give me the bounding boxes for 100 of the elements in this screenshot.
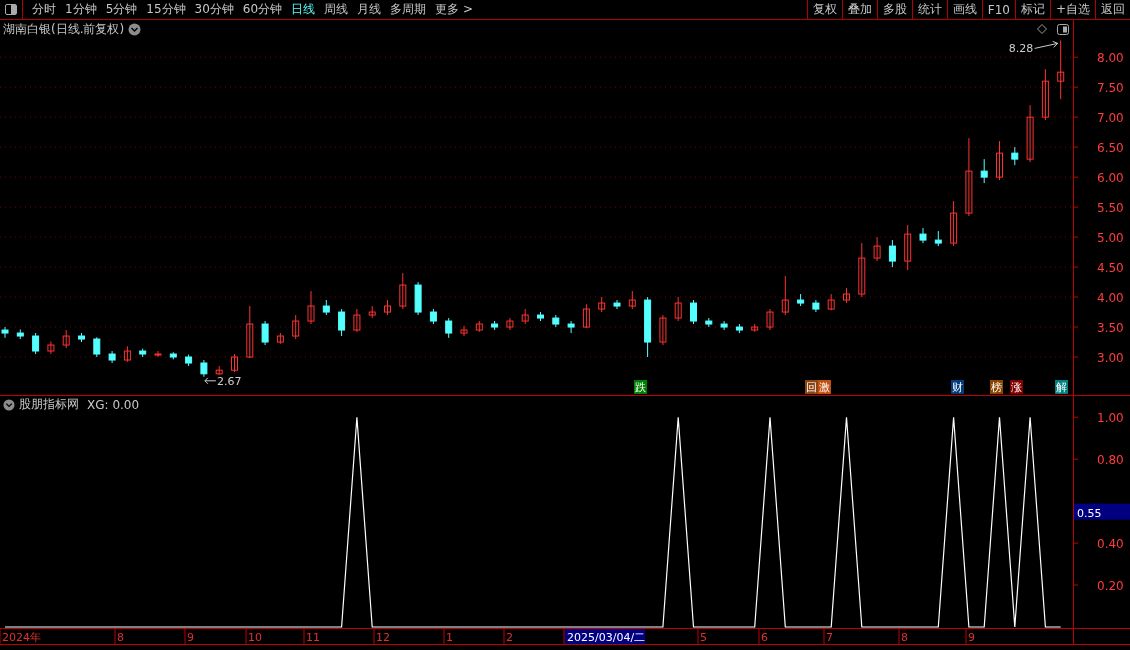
candlestick [78,332,85,343]
dropdown-icon[interactable] [3,398,15,411]
candlestick [338,308,346,337]
date-label: 2024年 [2,631,41,644]
event-marker[interactable]: 跌 [634,380,647,394]
candlestick [154,350,162,358]
candlestick [368,305,376,319]
date-label: 10 [248,631,262,644]
candlestick [827,293,835,311]
candlestick [537,311,544,322]
candlestick [567,320,575,334]
candlestick [888,239,896,268]
candlestick [705,317,713,328]
candlestick [200,359,208,378]
candlestick [552,314,560,328]
candlestick [582,303,590,329]
axis-label: 4.50 [1097,261,1124,276]
candlestick [873,236,881,262]
candlestick [720,320,728,331]
axis-label: 1.00 [1097,413,1124,426]
dropdown-icon[interactable] [128,22,142,36]
candlestick [628,290,636,310]
candlestick [1026,104,1034,163]
period-tab[interactable]: 分时 [32,1,56,18]
axis-label: 6.00 [1097,171,1124,186]
date-label: 9 [187,631,194,644]
candlestick [766,308,774,331]
candlestick [934,230,942,247]
candlestick [231,353,238,373]
event-marker[interactable]: 榜 [990,380,1003,394]
event-marker[interactable]: 解 [1055,380,1068,394]
period-tab[interactable]: 日线 [291,1,316,18]
candlestick [169,351,177,360]
axis-label: 5.00 [1097,231,1124,246]
indicator-title: 股朋指标网 [19,396,79,413]
candlestick [1011,146,1019,166]
candlestick [429,308,437,325]
period-tab[interactable]: 更多 > [435,1,473,18]
date-label: 6 [761,631,768,644]
candlestick [613,299,621,310]
low-price-label: 2.67 [216,374,242,388]
date-label: 7 [826,631,833,644]
axis-label: 5.50 [1097,201,1124,216]
period-tab[interactable]: 1分钟 [65,1,97,18]
period-tab[interactable]: 多周期 [390,1,427,18]
event-marker[interactable]: 回 [805,380,818,394]
candlestick [32,332,40,355]
axis-label: 3.50 [1097,321,1124,336]
date-label: 2 [506,631,513,644]
candlestick [858,242,866,298]
indicator-reading: XG: 0.00 [87,397,140,412]
period-tab[interactable]: 月线 [357,1,382,18]
candlestick [185,354,193,367]
event-marker[interactable]: 激 [818,380,831,394]
period-tab[interactable]: 30分钟 [194,1,234,18]
axis-label: 3.00 [1097,351,1124,365]
candlestick [276,332,284,345]
candlestick [1041,68,1049,121]
candlestick [399,272,407,310]
event-marker[interactable]: 财 [951,380,964,394]
axis-label: 6.50 [1097,141,1124,156]
candlestick [475,320,483,333]
cursor-value-label: 0.55 [1074,503,1130,520]
axis-label: 0.20 [1097,579,1124,594]
candlestick [950,200,958,247]
axis-label: 7.50 [1097,81,1124,96]
candlestick [735,323,743,334]
candlestick [414,281,422,316]
candlestick [781,275,789,316]
candlestick [812,299,820,313]
candlestick [47,340,55,355]
candlestick [659,314,667,346]
candlestick [598,296,606,313]
high-price-label: 8.28 [1008,42,1034,56]
period-tab[interactable]: 15分钟 [146,1,186,18]
candlestick [797,293,805,307]
period-tab[interactable]: 周线 [324,1,349,18]
candlestick [292,314,300,340]
date-label: 1 [446,631,453,644]
stock-title: 湖南白银(日线.前复权) [3,20,125,38]
axis-label: 0.80 [1097,453,1124,468]
event-marker[interactable]: 涨 [1010,380,1023,394]
candlestick [215,365,223,376]
candlestick [16,328,24,340]
date-label: 5 [700,631,707,644]
candlestick [996,140,1003,181]
candlestick [674,296,682,322]
panel-toggle-icon[interactable] [1057,23,1069,35]
axis-label: 0.40 [1097,537,1124,552]
date-label: 9 [968,631,975,644]
candlestick [843,287,850,304]
axis-label: 8.00 [1097,51,1124,66]
date-label: 8 [117,631,124,644]
candlestick [751,323,759,333]
candlestick [506,317,514,331]
candlestick [307,290,315,325]
period-tab[interactable]: 60分钟 [242,1,283,18]
period-tab[interactable]: 5分钟 [105,1,138,18]
date-label: 11 [306,631,320,644]
candlestick [919,227,927,244]
